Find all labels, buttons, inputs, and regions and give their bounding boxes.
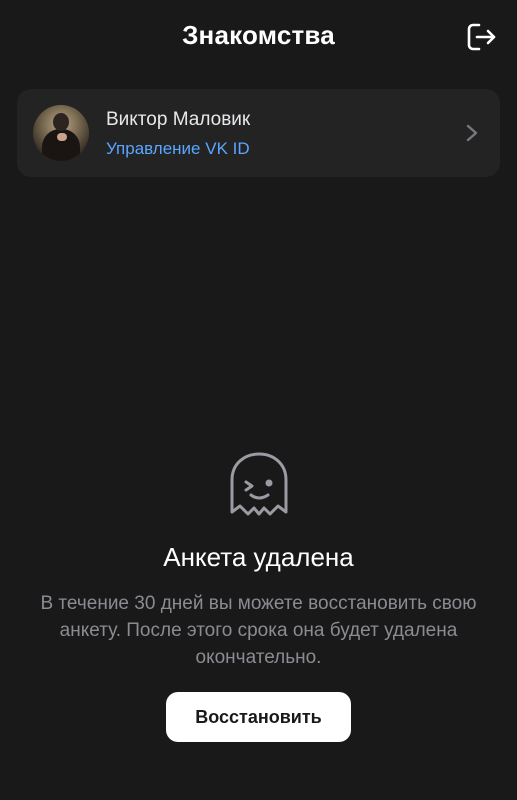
chevron-right-icon — [466, 124, 478, 142]
empty-state-description: В течение 30 дней вы можете восстановить… — [40, 593, 477, 668]
vk-id-manage-link[interactable]: Управление VK ID — [106, 139, 250, 159]
restore-button[interactable]: Восстановить — [166, 692, 351, 742]
logout-button[interactable] — [462, 18, 500, 56]
empty-state-title: Анкета удалена — [163, 542, 354, 572]
page-title: Знакомства — [182, 20, 335, 50]
profile-name: Виктор Маловик — [106, 109, 251, 130]
header: Знакомства — [0, 0, 517, 74]
ghost-wink-icon — [230, 452, 288, 516]
profile-card[interactable]: Виктор Маловик Управление VK ID — [17, 89, 500, 177]
avatar — [33, 105, 89, 161]
logout-icon — [467, 23, 496, 51]
